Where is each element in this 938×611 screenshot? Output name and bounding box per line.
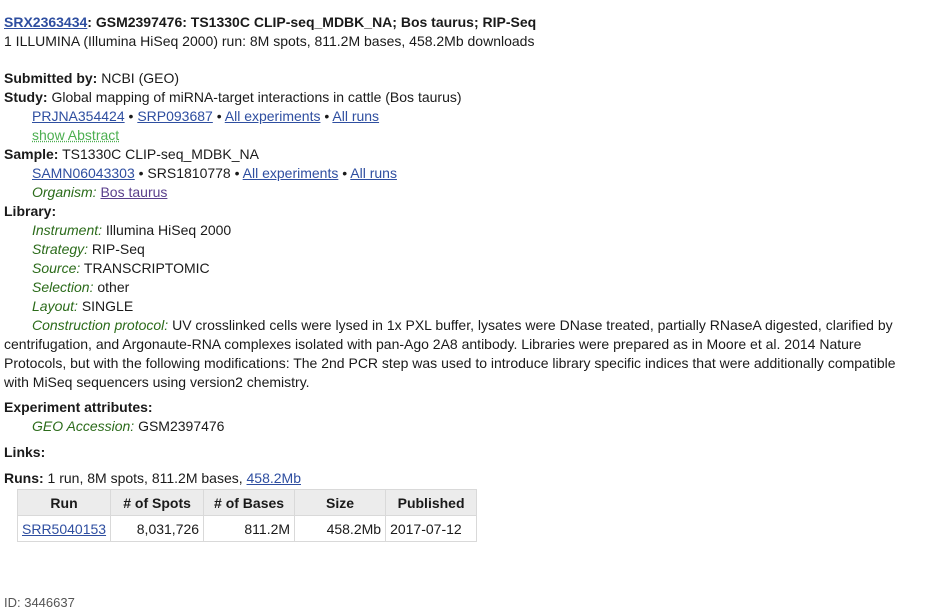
bases-cell: 811.2M [203,515,296,542]
protocol-text-1: UV crosslinked cells were lysed in 1x PX… [168,317,893,333]
spots-cell: 8,031,726 [110,515,205,542]
library-heading: Library: [4,202,938,221]
column-header-run: Run [16,489,112,516]
protocol-line-1: Construction protocol: UV crosslinked ce… [32,316,938,335]
run-accession-link[interactable]: SRR5040153 [22,521,106,537]
bullet-separator: • [338,165,351,181]
strategy-label: Strategy: [32,241,89,257]
selection-label: Selection: [32,279,94,295]
record-id: ID: 3446637 [4,595,75,610]
study-line: Study: Global mapping of miRNA-target in… [4,88,938,107]
organism-row: Organism: Bos taurus [4,183,938,202]
layout-row: Layout: SINGLE [4,297,938,316]
strategy-value: RIP-Seq [88,241,145,257]
strategy-row: Strategy: RIP-Seq [4,240,938,259]
sample-label: Sample: [4,146,59,162]
biosample-link[interactable]: SAMN06043303 [32,165,135,181]
runs-label: Runs: [4,470,44,486]
bullet-separator: • [320,108,333,124]
organism-link[interactable]: Bos taurus [100,184,167,200]
construction-protocol: Construction protocol: UV crosslinked ce… [4,316,938,392]
bullet-separator: • [124,108,138,124]
published-cell: 2017-07-12 [385,515,478,542]
record-title-text: : GSM2397476: TS1330C CLIP-seq_MDBK_NA; … [87,14,537,30]
study-all-experiments-link[interactable]: All experiments [225,108,321,124]
submitted-by-label: Submitted by: [4,70,98,86]
record-title: SRX2363434: GSM2397476: TS1330C CLIP-seq… [4,13,938,32]
study-links: PRJNA354424 • SRP093687 • All experiment… [4,107,938,126]
layout-label: Layout: [32,298,78,314]
study-value: Global mapping of miRNA-target interacti… [47,89,462,105]
sample-line: Sample: TS1330C CLIP-seq_MDBK_NA [4,145,938,164]
protocol-label: Construction protocol: [32,317,169,333]
column-header-published: Published [385,489,478,516]
selection-value: other [93,279,130,295]
protocol-line-2: centrifugation, and Argonaute-RNA comple… [4,336,862,352]
instrument-value: Illumina HiSeq 2000 [102,222,232,238]
source-label: Source: [32,260,81,276]
table-row: SRR5040153 8,031,726 811.2M 458.2Mb 2017… [16,515,478,542]
sample-all-experiments-link[interactable]: All experiments [243,165,339,181]
attributes-label: Experiment attributes: [4,399,153,415]
run-cell: SRR5040153 [16,515,112,542]
selection-row: Selection: other [4,278,938,297]
study-label: Study: [4,89,48,105]
submitted-by: Submitted by: NCBI (GEO) [4,69,938,88]
runs-table: Run # of Spots # of Bases Size Published… [16,489,478,542]
bioproject-link[interactable]: PRJNA354424 [32,108,125,124]
show-abstract-row: show Abstract [4,126,938,145]
runs-summary-line: Runs: 1 run, 8M spots, 811.2M bases, 458… [4,469,938,488]
geo-accession-value: GSM2397476 [134,418,225,434]
column-header-spots: # of Spots [110,489,205,516]
column-header-size: Size [294,489,387,516]
attributes-heading: Experiment attributes: [4,398,938,417]
sample-value: TS1330C CLIP-seq_MDBK_NA [58,146,259,162]
bullet-separator: • [212,108,225,124]
links-label: Links: [4,444,46,460]
study-all-runs-link[interactable]: All runs [332,108,379,124]
submitted-by-value: NCBI (GEO) [97,70,180,86]
runs-download-link[interactable]: 458.2Mb [247,470,301,486]
show-abstract-toggle[interactable]: show Abstract [32,127,119,143]
srs-text: • SRS1810778 • [134,165,243,181]
sample-links: SAMN06043303 • SRS1810778 • All experime… [4,164,938,183]
srp-link[interactable]: SRP093687 [137,108,213,124]
sample-all-runs-link[interactable]: All runs [350,165,397,181]
column-header-bases: # of Bases [203,489,296,516]
protocol-line-4: with MiSeq sequencers using version2 che… [4,374,310,390]
layout-value: SINGLE [77,298,134,314]
source-row: Source: TRANSCRIPTOMIC [4,259,938,278]
experiment-accession-link[interactable]: SRX2363434 [4,14,87,30]
runs-summary: 1 run, 8M spots, 811.2M bases, [43,470,247,486]
library-label: Library: [4,203,57,219]
geo-accession-row: GEO Accession: GSM2397476 [4,417,938,436]
runs-table-header: Run # of Spots # of Bases Size Published [16,489,478,516]
links-heading: Links: [4,443,938,462]
geo-accession-label: GEO Accession: [32,418,135,434]
run-summary: 1 ILLUMINA (Illumina HiSeq 2000) run: 8M… [4,33,535,49]
source-value: TRANSCRIPTOMIC [80,260,210,276]
organism-label: Organism: [32,184,97,200]
size-cell: 458.2Mb [294,515,387,542]
protocol-line-3: Protocols, but with the following modifi… [4,355,896,371]
instrument-row: Instrument: Illumina HiSeq 2000 [4,221,938,240]
instrument-label: Instrument: [32,222,103,238]
experiment-record: SRX2363434: GSM2397476: TS1330C CLIP-seq… [4,13,938,542]
